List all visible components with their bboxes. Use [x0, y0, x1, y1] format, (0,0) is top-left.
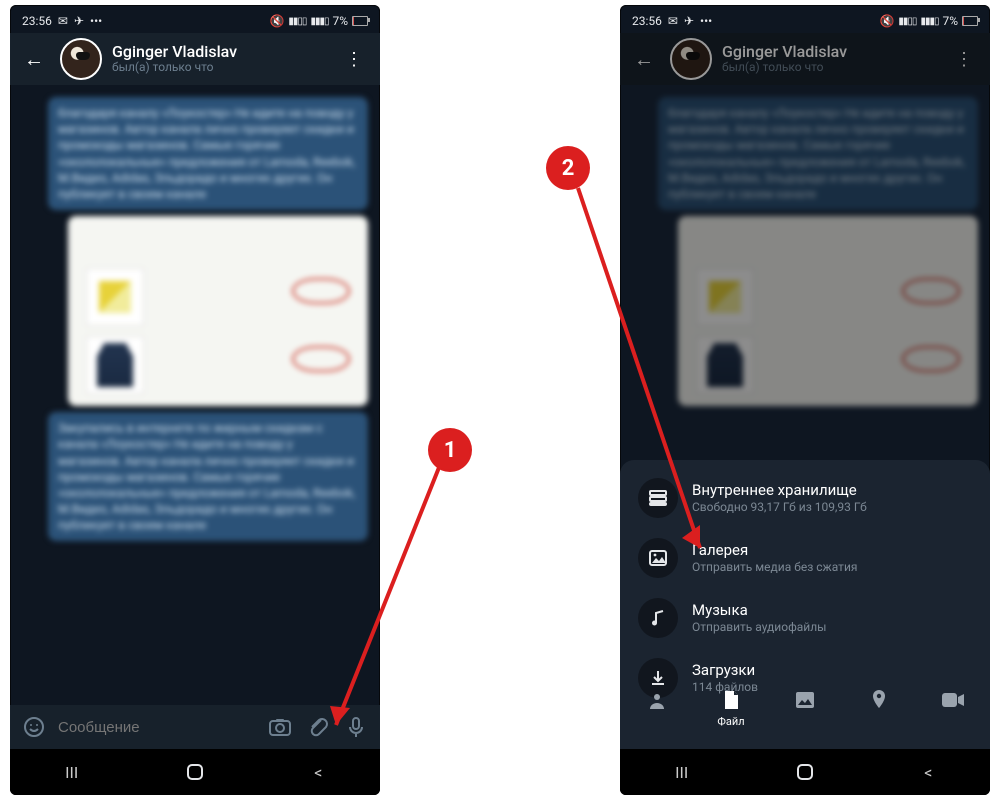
home-button[interactable] — [791, 758, 819, 786]
attachment-panel: Внутреннее хранилище Свободно 93,17 Гб и… — [620, 460, 990, 749]
contact-name: Gginger Vladislav — [112, 43, 327, 61]
attachment-tabs: Файл — [620, 681, 990, 749]
gallery-icon — [638, 538, 678, 578]
contact-name: Gginger Vladislav — [722, 43, 937, 61]
attach-tab-camera[interactable] — [923, 687, 983, 713]
status-bar: 23:56 ✉ ✈ ••• 🔇 ▮▮▯▯ ▮▮▮▯ 7% — [620, 5, 990, 33]
chat-body[interactable]: благодаря каналу «Лоукостер» Не идите на… — [10, 85, 380, 709]
vibrate-icon: 🔇 — [879, 14, 894, 28]
video-icon — [940, 687, 966, 713]
message-input[interactable] — [56, 718, 258, 737]
attach-tab-location[interactable] — [849, 687, 909, 713]
more-options-icon[interactable]: ⋮ — [337, 49, 372, 70]
contact-status: был(а) только что — [112, 61, 327, 75]
message-bubble: Закупались в интернете по жирным скидкам… — [48, 412, 368, 541]
attach-storage-title: Внутреннее хранилище — [692, 481, 867, 500]
message-bubble: благодаря каналу «Лоукостер» Не идите на… — [658, 97, 978, 210]
status-icon-mail: ✉ — [58, 14, 68, 28]
attach-option-storage[interactable]: Внутреннее хранилище Свободно 93,17 Гб и… — [620, 468, 990, 528]
attach-tab-gallery[interactable] — [775, 687, 835, 713]
attach-tab-contact[interactable] — [627, 687, 687, 713]
chat-header: ← Gginger Vladislav был(а) только что ⋮ — [620, 33, 990, 85]
storage-icon — [638, 478, 678, 518]
attach-downloads-title: Загрузки — [692, 661, 758, 680]
back-arrow-icon[interactable]: ← — [628, 43, 660, 76]
file-icon — [718, 687, 744, 713]
music-icon — [638, 598, 678, 638]
status-icon-mail: ✉ — [668, 14, 678, 28]
chat-body-dimmed: благодаря каналу «Лоукостер» Не идите на… — [620, 85, 990, 455]
attach-music-title: Музыка — [692, 601, 826, 620]
status-icon-telegram: ✈ — [74, 14, 84, 28]
battery-pct: 7% — [332, 14, 348, 28]
contact-icon — [644, 687, 670, 713]
message-input-bar — [10, 705, 380, 749]
attach-gallery-title: Галерея — [692, 541, 857, 560]
back-button[interactable]: < — [914, 758, 942, 786]
phone-screenshot-left: 23:56 ✉ ✈ ••• 🔇 ▮▮▯▯ ▮▮▮▯ 7% ← Gginger V… — [10, 5, 380, 795]
back-button[interactable]: < — [304, 758, 332, 786]
back-arrow-icon[interactable]: ← — [18, 43, 50, 76]
attach-gallery-sub: Отправить медиа без сжатия — [692, 560, 857, 575]
message-image-card — [678, 216, 978, 406]
attach-tab-file[interactable]: Файл — [701, 687, 761, 728]
recent-apps-button[interactable]: III — [668, 758, 696, 786]
attach-option-gallery[interactable]: Галерея Отправить медиа без сжатия — [620, 528, 990, 588]
status-icon-more: ••• — [700, 14, 712, 28]
status-time: 23:56 — [22, 14, 52, 28]
attach-tab-file-label: Файл — [717, 715, 744, 728]
vibrate-icon: 🔇 — [269, 14, 284, 28]
contact-block[interactable]: Gginger Vladislav был(а) только что — [112, 43, 327, 75]
battery-icon — [352, 16, 368, 26]
camera-icon[interactable] — [264, 711, 296, 743]
annotation-badge-1: 1 — [430, 430, 470, 470]
gallery-tab-icon — [792, 687, 818, 713]
contact-block[interactable]: Gginger Vladislav был(а) только что — [722, 43, 937, 75]
contact-status: был(а) только что — [722, 61, 937, 75]
chat-header: ← Gginger Vladislav был(а) только что ⋮ — [10, 33, 380, 85]
home-button[interactable] — [181, 758, 209, 786]
more-options-icon[interactable]: ⋮ — [947, 49, 982, 70]
battery-icon — [962, 16, 978, 26]
recent-apps-button[interactable]: III — [58, 758, 86, 786]
signal-icon-1: ▮▮▯▯ — [288, 16, 306, 27]
signal-icon-1: ▮▮▯▯ — [898, 16, 916, 27]
status-icon-more: ••• — [90, 14, 102, 28]
status-icon-telegram: ✈ — [684, 14, 694, 28]
attach-music-sub: Отправить аудиофайлы — [692, 620, 826, 635]
attach-storage-sub: Свободно 93,17 Гб из 109,93 Гб — [692, 500, 867, 515]
annotation-badge-2: 2 — [548, 148, 588, 188]
contact-avatar[interactable] — [60, 38, 102, 80]
attach-icon[interactable] — [302, 711, 334, 743]
mic-icon[interactable] — [340, 711, 372, 743]
phone-screenshot-right: 23:56 ✉ ✈ ••• 🔇 ▮▮▯▯ ▮▮▮▯ 7% ← Gginger V… — [620, 5, 990, 795]
signal-icon-2: ▮▮▮▯ — [920, 16, 938, 27]
emoji-icon[interactable] — [18, 711, 50, 743]
contact-avatar[interactable] — [670, 38, 712, 80]
status-time: 23:56 — [632, 14, 662, 28]
location-icon — [866, 687, 892, 713]
android-navbar: III < — [10, 749, 380, 795]
status-bar: 23:56 ✉ ✈ ••• 🔇 ▮▮▯▯ ▮▮▮▯ 7% — [10, 5, 380, 33]
attach-option-music[interactable]: Музыка Отправить аудиофайлы — [620, 588, 990, 648]
signal-icon-2: ▮▮▮▯ — [310, 16, 328, 27]
message-bubble: благодаря каналу «Лоукостер» Не идите на… — [48, 97, 368, 210]
battery-pct: 7% — [942, 14, 958, 28]
android-navbar: III < — [620, 749, 990, 795]
message-image-card — [68, 216, 368, 406]
